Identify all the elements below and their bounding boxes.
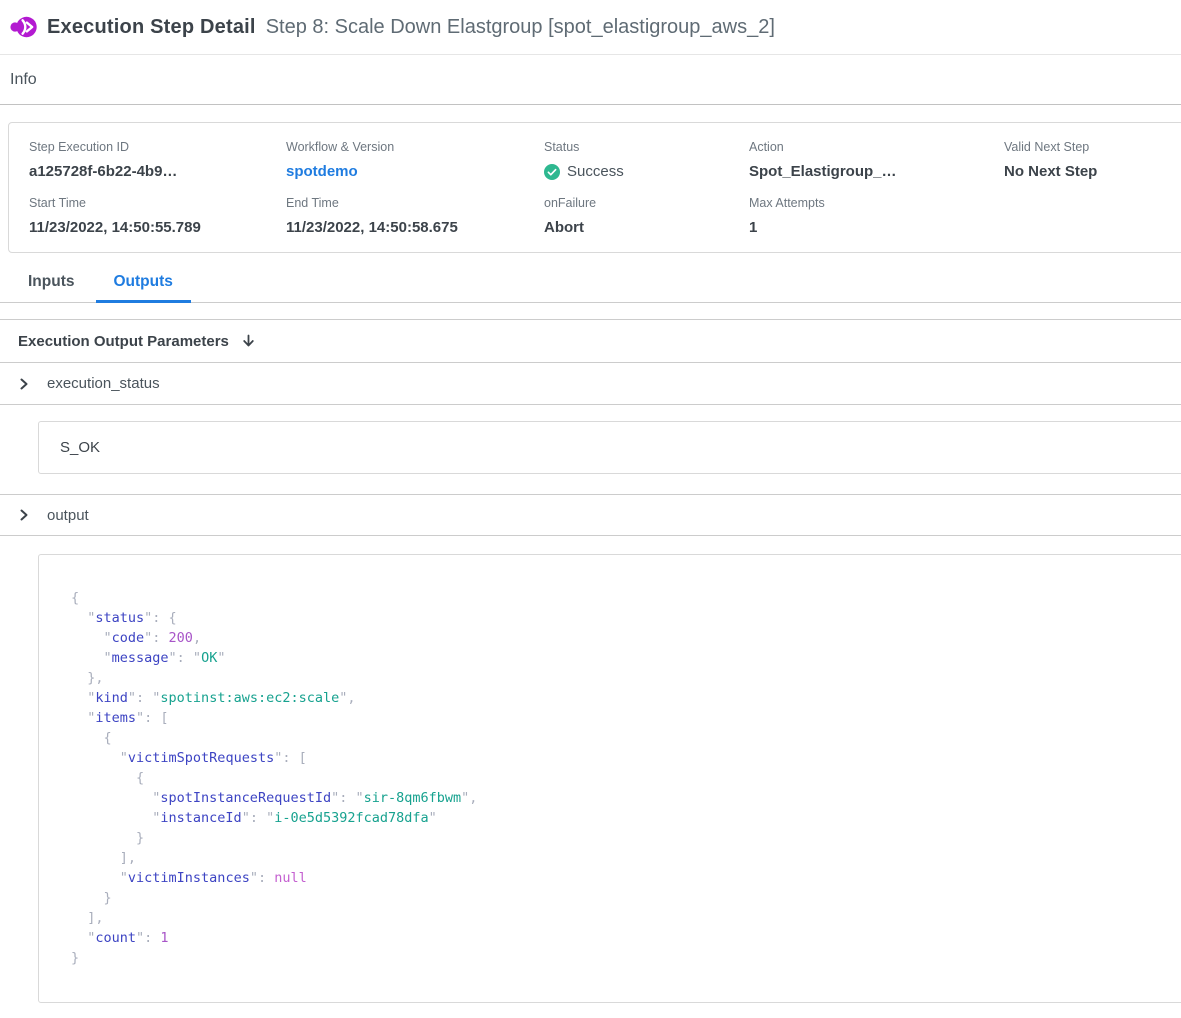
field-label: End Time bbox=[286, 196, 544, 210]
group-row-execution-status[interactable]: execution_status bbox=[0, 363, 1181, 405]
json-code: { "status": { "code": 200, "message": "O… bbox=[71, 588, 1173, 968]
field-start-time: Start Time 11/23/2022, 14:50:55.789 bbox=[29, 196, 286, 236]
page-subtitle: Step 8: Scale Down Elastgroup [spot_elas… bbox=[266, 16, 775, 39]
field-empty bbox=[1004, 196, 1181, 236]
field-label: onFailure bbox=[544, 196, 749, 210]
field-step-execution-id: Step Execution ID a125728f-6b22-4b9… bbox=[29, 140, 286, 180]
execution-output-parameters-header: Execution Output Parameters bbox=[0, 319, 1181, 363]
execution-output-parameters-title: Execution Output Parameters bbox=[18, 333, 229, 350]
field-value: No Next Step bbox=[1004, 163, 1181, 180]
page-header: Execution Step Detail Step 8: Scale Down… bbox=[0, 0, 1181, 55]
field-label: Action bbox=[749, 140, 1004, 154]
field-label: Max Attempts bbox=[749, 196, 1004, 210]
group-row-output[interactable]: output bbox=[0, 494, 1181, 536]
field-value: Spot_Elastigroup_… bbox=[749, 163, 1004, 180]
execution-status-value-box: S_OK bbox=[38, 421, 1181, 474]
download-arrow-icon[interactable] bbox=[241, 334, 256, 349]
success-check-icon bbox=[544, 164, 560, 180]
field-status: Status Success bbox=[544, 140, 749, 180]
tab-outputs[interactable]: Outputs bbox=[96, 273, 191, 303]
field-value: 11/23/2022, 14:50:58.675 bbox=[286, 219, 544, 236]
field-end-time: End Time 11/23/2022, 14:50:58.675 bbox=[286, 196, 544, 236]
field-label: Start Time bbox=[29, 196, 286, 210]
page-title: Execution Step Detail bbox=[47, 16, 256, 39]
tab-inputs[interactable]: Inputs bbox=[16, 273, 90, 303]
field-workflow-version: Workflow & Version spotdemo bbox=[286, 140, 544, 180]
field-onfailure: onFailure Abort bbox=[544, 196, 749, 236]
field-label: Step Execution ID bbox=[29, 140, 286, 154]
output-json-box: { "status": { "code": 200, "message": "O… bbox=[38, 554, 1181, 1003]
field-max-attempts: Max Attempts 1 bbox=[749, 196, 1004, 236]
info-section-label: Info bbox=[0, 55, 1181, 105]
status-text: Success bbox=[567, 163, 624, 180]
chevron-right-icon bbox=[18, 509, 30, 521]
field-value: a125728f-6b22-4b9… bbox=[29, 163, 286, 180]
chevron-right-icon bbox=[18, 378, 30, 390]
field-label: Workflow & Version bbox=[286, 140, 544, 154]
tab-bar: Inputs Outputs bbox=[0, 273, 1181, 303]
info-card: Step Execution ID a125728f-6b22-4b9… Wor… bbox=[8, 122, 1181, 253]
field-value: 1 bbox=[749, 219, 1004, 236]
itential-logo-icon bbox=[10, 14, 37, 40]
workflow-link[interactable]: spotdemo bbox=[286, 163, 544, 180]
group-name: execution_status bbox=[47, 375, 160, 392]
field-action: Action Spot_Elastigroup_… bbox=[749, 140, 1004, 180]
field-value: Abort bbox=[544, 219, 749, 236]
field-value: 11/23/2022, 14:50:55.789 bbox=[29, 219, 286, 236]
field-label: Status bbox=[544, 140, 749, 154]
execution-status-value: S_OK bbox=[60, 439, 100, 456]
status-value: Success bbox=[544, 163, 749, 180]
field-label: Valid Next Step bbox=[1004, 140, 1181, 154]
execution-step-detail-page: Execution Step Detail Step 8: Scale Down… bbox=[0, 0, 1181, 1018]
group-name: output bbox=[47, 507, 89, 524]
field-valid-next-step: Valid Next Step No Next Step bbox=[1004, 140, 1181, 180]
